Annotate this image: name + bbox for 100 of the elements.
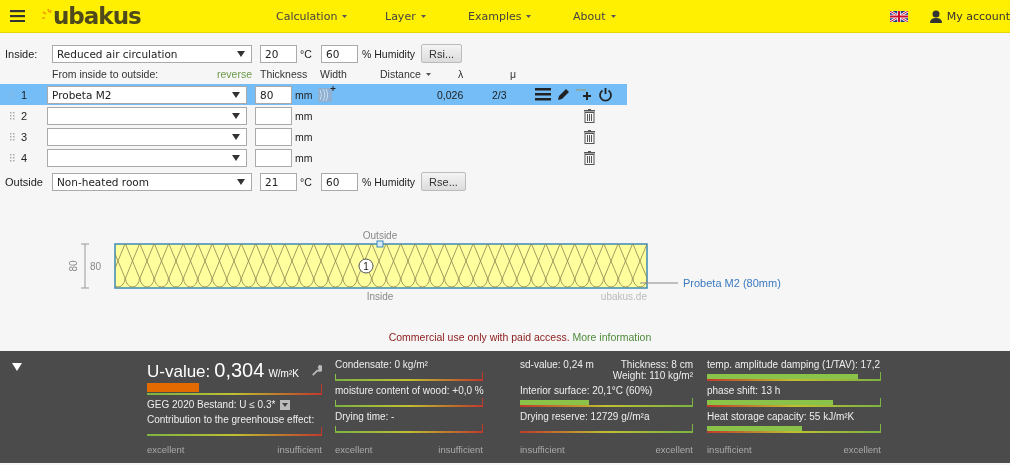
- power-icon[interactable]: [598, 87, 613, 102]
- account-link[interactable]: My account: [946, 9, 1010, 23]
- scale-label: excellent: [655, 444, 693, 455]
- side-label: Outside: [5, 175, 44, 188]
- column-header: Width: [320, 68, 348, 80]
- layer-row[interactable]: 2 mm: [0, 105, 627, 126]
- nav-menu[interactable]: Calculation: [276, 9, 385, 23]
- caret-icon: [232, 91, 240, 98]
- notice-text: Commercial use only with paid access.: [388, 331, 570, 343]
- more-info-link[interactable]: More information: [572, 331, 652, 343]
- flag-icon[interactable]: [889, 10, 908, 22]
- unit-label: % Humidity: [362, 175, 416, 188]
- layer-row[interactable]: 3 mm: [0, 126, 627, 147]
- brand-logo[interactable]: ubakus: [53, 3, 141, 29]
- list-icon[interactable]: [535, 88, 551, 101]
- layer-number: 3: [21, 130, 28, 143]
- result-label: Weight: 110 kg/m²: [612, 370, 693, 381]
- drag-handle-icon[interactable]: [10, 90, 15, 99]
- result-label: Thickness: 8 cm: [620, 359, 693, 370]
- condition-select[interactable]: Reduced air circulation: [52, 44, 252, 63]
- result-label: Drying reserve: 12729 g//m²a: [520, 411, 651, 422]
- caret-icon: [237, 50, 245, 57]
- column-header: From inside to outside:: [52, 68, 159, 80]
- dimension-label: 80: [68, 260, 79, 272]
- standard-label: GEG 2020 Bestand: U ≤ 0.3*: [147, 399, 276, 410]
- nav-menu[interactable]: About: [573, 9, 653, 23]
- temperature-field[interactable]: 20: [260, 44, 297, 63]
- temperature-field[interactable]: 21: [260, 172, 297, 191]
- collapse-icon[interactable]: [12, 363, 22, 371]
- dimension-label: 80: [90, 261, 102, 272]
- distance-menu[interactable]: Distance: [380, 68, 458, 80]
- humidity-field[interactable]: 60: [321, 172, 358, 191]
- caret-icon: [232, 133, 240, 140]
- wrench-icon[interactable]: [310, 364, 322, 377]
- side-label: Inside:: [5, 47, 39, 60]
- menu-icon[interactable]: [10, 10, 25, 22]
- u-value-label: U-value:: [147, 362, 211, 382]
- dimension-line: [80, 243, 90, 289]
- thickness-field[interactable]: [255, 106, 292, 125]
- drag-handle-icon[interactable]: [10, 132, 15, 141]
- trash-icon[interactable]: [584, 129, 595, 144]
- layer-marker: 1: [358, 258, 374, 274]
- thickness-field[interactable]: 80: [255, 85, 292, 104]
- result-label: Contribution to the greenhouse effect:: [147, 414, 316, 425]
- u-value: 0,304: [214, 359, 265, 382]
- caret-icon: [232, 154, 240, 161]
- scale-label: insufficient: [520, 444, 565, 455]
- result-label: temp. amplitude damping (1/TAV): 17,2: [707, 359, 881, 370]
- condition-select[interactable]: Non-heated room: [52, 172, 252, 191]
- handle-icon[interactable]: [376, 240, 384, 248]
- caret-icon: [420, 14, 426, 18]
- user-icon[interactable]: [929, 9, 942, 23]
- add-layer-icon[interactable]: [576, 87, 592, 102]
- column-header: Thickness: [260, 68, 309, 80]
- caret-icon: [342, 14, 348, 18]
- callout-label[interactable]: Probeta M2 (80mm): [683, 277, 781, 289]
- column-header: μ: [510, 68, 517, 80]
- result-label: Heat storage capacity: 55 kJ/m²K: [707, 411, 856, 422]
- lambda-value: 0,026: [437, 88, 464, 101]
- result-label: Interior surface: 20,1°C (60%): [520, 385, 654, 396]
- caret-icon: [610, 14, 616, 18]
- scale-label: excellent: [147, 444, 185, 455]
- caret-icon: [425, 72, 431, 76]
- layer-number: 1: [21, 88, 28, 101]
- nav-menu[interactable]: Layer: [385, 9, 468, 23]
- unit-label: mm: [295, 151, 314, 164]
- caret-icon: [237, 178, 245, 185]
- unit-label: mm: [295, 109, 314, 122]
- thickness-field[interactable]: [255, 148, 292, 167]
- material-select[interactable]: Probeta M2: [47, 85, 247, 104]
- side-label: Inside: [366, 291, 394, 302]
- nav-menu[interactable]: Examples: [468, 9, 573, 23]
- unit-label: °C: [300, 175, 313, 188]
- scale-label: excellent: [335, 444, 373, 455]
- side-label: Outside: [362, 230, 398, 241]
- trash-icon[interactable]: [584, 150, 595, 165]
- layer-number: 2: [21, 109, 28, 122]
- scale-label: insufficient: [438, 444, 483, 455]
- layer-number: 4: [21, 151, 28, 164]
- layer-row[interactable]: 1 Probeta M2 80 mm 0,026 2/3: [0, 84, 627, 105]
- hatched-square-icon[interactable]: [317, 84, 337, 103]
- trash-icon[interactable]: [584, 108, 595, 123]
- drag-handle-icon[interactable]: [10, 153, 15, 162]
- result-label: phase shift: 13 h: [707, 385, 782, 396]
- result-label: sd-value: 0,24 m: [520, 359, 594, 372]
- pencil-icon[interactable]: [557, 88, 570, 101]
- caret-icon: [526, 14, 532, 18]
- result-label: Condensate: 0 kg/m²: [335, 359, 429, 370]
- unit-label: mm: [295, 88, 314, 101]
- resistance-button[interactable]: Rse...: [421, 172, 466, 191]
- layer-row[interactable]: 4 mm: [0, 147, 627, 168]
- result-label: moisture content of wood: +0,0 %: [335, 385, 483, 396]
- dropdown-icon[interactable]: [280, 399, 291, 410]
- resistance-button[interactable]: Rsi...: [421, 44, 463, 63]
- drag-handle-icon[interactable]: [10, 111, 15, 120]
- thickness-field[interactable]: [255, 127, 292, 146]
- caret-icon: [232, 112, 240, 119]
- unit-label: % Humidity: [362, 47, 416, 60]
- humidity-field[interactable]: 60: [321, 44, 358, 63]
- leader-line: [639, 282, 679, 284]
